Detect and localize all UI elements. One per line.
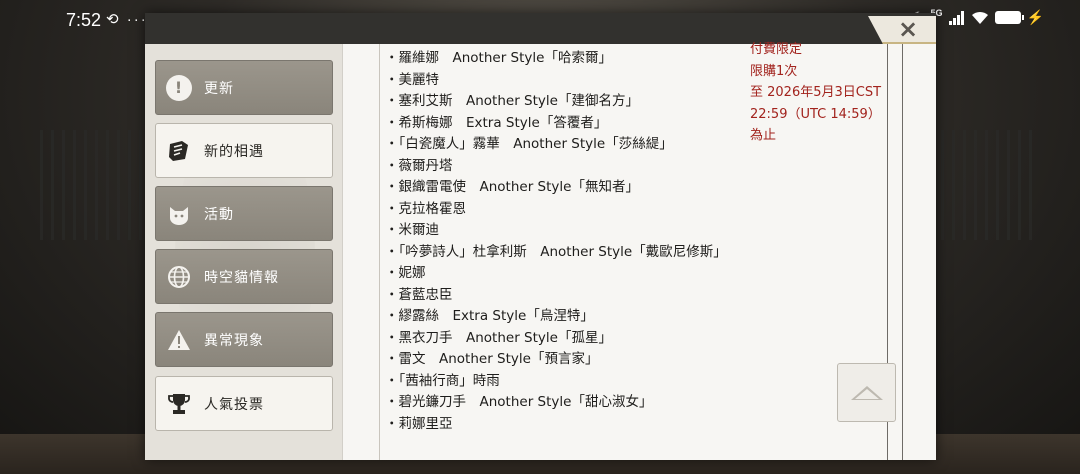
list-item: ・美麗特 (385, 71, 439, 88)
list-item: ・羅維娜 Another Style「哈索爾」 (385, 50, 612, 66)
sidebar-item-new-encounters[interactable]: 新的相遇 (155, 123, 333, 178)
sidebar-item-label: 人氣投票 (204, 396, 264, 413)
list-item: ・雷文 Another Style「預言家」 (385, 351, 599, 367)
list-item: ・莉娜里亞 (385, 415, 453, 432)
list-item: ・米爾迪 (385, 222, 439, 238)
sidebar-item-anomalies[interactable]: 異常現象 (155, 312, 333, 367)
sidebar-item-label: 時空貓情報 (204, 269, 279, 286)
chevron-up-icon (850, 385, 883, 400)
list-item: ・克拉格霍恩 (385, 200, 466, 217)
news-dialog: × ! 更新 新的相遇 活動 時空貓情報 異常現象 人氣投票 ・羅維娜 Anot… (145, 13, 936, 460)
close-button[interactable]: × (894, 17, 922, 41)
globe-icon (166, 264, 192, 290)
sidebar-item-events[interactable]: 活動 (155, 186, 333, 241)
list-item: ・「茜袖行商」時雨 (385, 372, 500, 389)
info-line: 22:59（UTC 14:59） (750, 106, 881, 122)
info-right-rule (902, 44, 903, 460)
sidebar-item-label: 新的相遇 (204, 143, 264, 160)
list-item: ・「白瓷魔人」霧華 Another Style「莎絲緹」 (385, 136, 673, 152)
scroll-icon (166, 138, 192, 164)
background-fence-right (930, 130, 1040, 240)
list-item: ・塞利艾斯 Another Style「建御名方」 (385, 93, 639, 109)
sidebar-item-chrono-cat-news[interactable]: 時空貓情報 (155, 249, 333, 304)
character-list: ・羅維娜 Another Style「哈索爾」 ・美麗特 ・塞利艾斯 Anoth… (385, 48, 730, 435)
list-item: ・銀織雷電使 Another Style「無知者」 (385, 179, 639, 195)
status-notification-icons: ⟲ ··· (106, 11, 148, 28)
charging-icon: ⚡ (1026, 9, 1044, 25)
sidebar-item-popularity-vote[interactable]: 人氣投票 (155, 376, 333, 431)
content-left-rule (379, 44, 380, 460)
sidebar-item-update[interactable]: ! 更新 (155, 60, 333, 115)
purchase-limit-info: 付費限定 限購1次 至 2026年5月3日CST 22:59（UTC 14:59… (750, 39, 895, 147)
list-item: ・蒼藍忠臣 (385, 286, 453, 303)
battery-icon (994, 11, 1024, 24)
exclamation-icon: ! (166, 74, 192, 101)
status-time: 7:52 (66, 10, 102, 30)
sidebar-item-label: 更新 (204, 80, 234, 97)
signal-icon (948, 10, 964, 25)
list-item: ・「吟夢詩人」杜拿利斯 Another Style「戴歐尼修斯」 (385, 243, 727, 260)
warning-icon (166, 327, 192, 353)
info-line: 至 2026年5月3日CST (750, 85, 882, 100)
cat-icon (166, 201, 192, 227)
background-fence-left (40, 130, 150, 240)
list-item: ・妮娜 (385, 265, 426, 281)
scroll-to-top-button[interactable] (837, 363, 896, 422)
trophy-icon (166, 391, 192, 417)
sidebar: ! 更新 新的相遇 活動 時空貓情報 異常現象 人氣投票 (145, 44, 342, 460)
info-line: 付費限定 (750, 42, 803, 57)
wifi-icon (971, 11, 988, 24)
list-item: ・薇爾丹塔 (385, 157, 453, 174)
list-item: ・繆露絲 Extra Style「烏涅特」 (385, 308, 594, 324)
list-item: ・希斯梅娜 Extra Style「答覆者」 (385, 114, 608, 131)
sidebar-item-label: 異常現象 (204, 332, 264, 349)
info-line: 為止 (750, 128, 777, 143)
sidebar-item-label: 活動 (204, 206, 234, 223)
info-line: 限購1次 (750, 63, 798, 79)
list-item: ・碧光鐮刀手 Another Style「甜心淑女」 (385, 394, 653, 410)
list-item: ・黑衣刀手 Another Style「孤星」 (385, 329, 612, 346)
